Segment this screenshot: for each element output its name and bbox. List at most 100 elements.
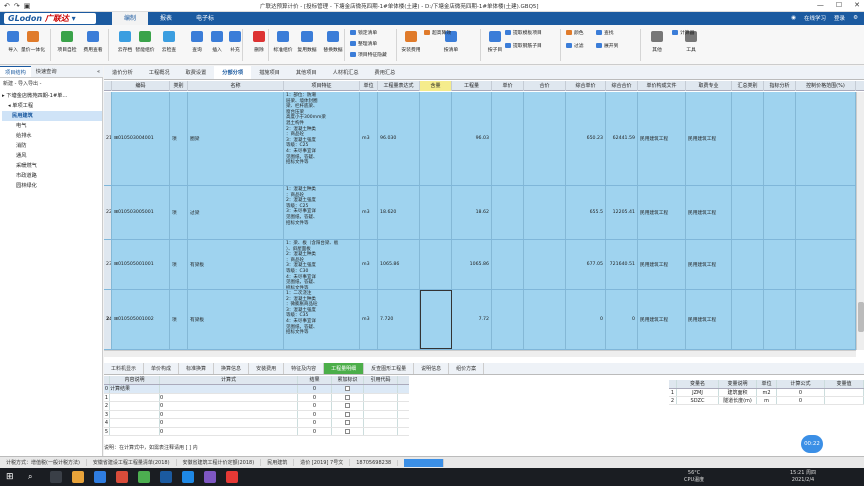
calc-cell[interactable] [364, 402, 398, 410]
grid-cell[interactable] [420, 92, 452, 185]
grid-cell[interactable] [524, 290, 566, 349]
grid-header-cell[interactable]: 汇总类别 [732, 81, 764, 91]
left-tools[interactable]: 新建 - 导入导出 - [0, 79, 103, 89]
tree-node[interactable]: 采暖燃气 [2, 161, 102, 171]
grid-cell[interactable] [764, 240, 796, 289]
toolbar-small-button[interactable]: 提取钢筋子目 [505, 42, 542, 49]
vars-cell[interactable]: SDZC [677, 397, 719, 404]
toolbar-small-button[interactable]: 项目特征隐藏 [350, 51, 387, 58]
app-icon-2[interactable] [138, 471, 150, 483]
grid-cell[interactable]: 1065.86 [378, 240, 420, 289]
vars-row[interactable]: 1 JZMJ 建筑面积 m2 0 [669, 389, 864, 397]
grid-cell[interactable]: 721640.51 [606, 240, 638, 289]
tree-node[interactable]: ▸ 下塘金店微苑四期-1#单... [2, 91, 102, 101]
calc-cell[interactable]: 0 [298, 410, 332, 418]
grid-cell[interactable]: 1：混凝土种类 ：商品砼 2：混凝土强度 等级：C25 3：未尽事宜详 见图纸，… [284, 186, 360, 239]
calc-row[interactable]: 0 计算结果 0 [104, 385, 409, 394]
explorer-icon[interactable] [72, 471, 84, 483]
toolbar-button[interactable]: 项目自检 [56, 28, 78, 62]
grid-header-cell[interactable]: 类别 [170, 81, 188, 91]
toolbar-button[interactable]: 其他 [646, 28, 668, 62]
app-icon-4[interactable] [204, 471, 216, 483]
online-learn[interactable]: 在线学习 [804, 14, 826, 22]
scroll-thumb[interactable] [858, 302, 864, 332]
vars-cell[interactable]: 0 [777, 397, 825, 404]
calc-cell[interactable] [110, 410, 160, 418]
tree-node[interactable]: 民用建筑 [2, 111, 102, 121]
grid-cell[interactable]: 项 [170, 290, 188, 349]
toolbar-button[interactable]: 量价一体化 [21, 28, 45, 62]
toolbar-button[interactable]: 按子目 [484, 28, 506, 62]
bottom-tab[interactable]: 反查图形工程量 [364, 363, 415, 374]
toolbar-button[interactable]: 云存档 [114, 28, 136, 62]
tree-node[interactable]: ◂ 单项工程 [2, 101, 102, 111]
grid-cell[interactable] [420, 290, 452, 349]
app-icon-1[interactable] [116, 471, 128, 483]
grid-header-cell[interactable]: 编码 [112, 81, 170, 91]
calc-cell[interactable] [364, 393, 398, 401]
grid-cell[interactable]: 650.23 [566, 92, 606, 185]
toolbar-small-button[interactable]: 查找 [596, 29, 614, 36]
grid-cell[interactable]: 有梁板 [188, 290, 284, 349]
grid-cell[interactable]: 民用建筑工程 [686, 290, 732, 349]
grid-cell[interactable] [492, 92, 524, 185]
grid-cell[interactable]: 21 [104, 92, 112, 185]
grid-cell[interactable]: 项 [170, 186, 188, 239]
bottom-tab[interactable]: 单价构成 [144, 363, 180, 374]
vars-cell[interactable] [825, 389, 864, 396]
bottom-tab[interactable]: 安装费用 [249, 363, 285, 374]
calc-cell[interactable]: 0 [160, 410, 298, 418]
calc-cell[interactable] [332, 393, 364, 401]
grid-header-cell[interactable]: 取费专业 [686, 81, 732, 91]
grid-cell[interactable]: 655.5 [566, 186, 606, 239]
grid-header-cell[interactable]: 工程量表达式 [378, 81, 420, 91]
grid-cell[interactable]: 民用建筑工程 [638, 92, 686, 185]
toolbar-button[interactable]: 删除 [248, 28, 270, 62]
grid-header-cell[interactable]: 含量 [420, 81, 452, 91]
toolbar-small-button[interactable]: 锁定清单 [350, 29, 377, 36]
calc-cell[interactable] [110, 393, 160, 401]
grid-cell[interactable]: m3 [360, 290, 378, 349]
accumulate-checkbox[interactable] [345, 403, 350, 408]
grid-cell[interactable]: m3 [360, 92, 378, 185]
grid-cell[interactable]: m3 [360, 240, 378, 289]
calc-cell[interactable]: 0 [298, 393, 332, 401]
calc-cell[interactable]: 0 [298, 385, 332, 393]
tree-node[interactable]: 消防 [2, 141, 102, 151]
grid-cell[interactable]: 18.620 [378, 186, 420, 239]
accumulate-checkbox[interactable] [345, 394, 350, 400]
vars-cell[interactable]: 1 [669, 389, 677, 396]
calc-cell[interactable] [364, 419, 398, 427]
grid-cell[interactable] [420, 186, 452, 239]
grid-cell[interactable] [764, 92, 796, 185]
grid-cell[interactable]: ⊞ 010505001002 [112, 290, 170, 349]
calc-cell[interactable]: 计算结果 [110, 385, 160, 393]
grid-cell[interactable]: m3 [360, 186, 378, 239]
glodon-taskbar-icon[interactable] [160, 471, 172, 483]
toolbar-small-button[interactable]: 整理清单 [350, 40, 377, 47]
grid-cell[interactable]: 1：二次浇注 2：混凝土种类 ：微膨胀商品砼 3：混凝土强度 等级：C35 4：… [284, 290, 360, 349]
vars-cell[interactable]: 隧道长度(m) [719, 397, 757, 404]
calc-cell[interactable]: 0 [298, 402, 332, 410]
calc-row[interactable]: 400 [104, 419, 409, 428]
main-tab[interactable]: 造价分析 [104, 66, 141, 79]
grid-cell[interactable]: 1065.86 [452, 240, 492, 289]
toolbar-button[interactable]: 替换数据 [322, 28, 344, 62]
bottom-tab[interactable]: 换算信息 [214, 363, 250, 374]
vars-row[interactable]: 2 SDZC 隧道长度(m) m 0 [669, 397, 864, 405]
toolbar-small-button[interactable]: 计算器 [672, 29, 694, 36]
grid-cell[interactable] [420, 240, 452, 289]
calc-cell[interactable]: 0 [160, 427, 298, 435]
grid-cell[interactable]: 民用建筑工程 [638, 186, 686, 239]
menu-edit[interactable]: 编制 [112, 12, 149, 25]
clock[interactable]: 15:21 周四 2021/2/4 [790, 470, 816, 484]
main-tab[interactable]: 其他项目 [288, 66, 325, 79]
grid-header-cell[interactable]: 合价 [524, 81, 566, 91]
search-icon[interactable]: ⌕ [28, 472, 32, 482]
vertical-scrollbar[interactable] [856, 92, 864, 350]
tab-project-structure[interactable]: 项目结构 [0, 66, 31, 77]
grid-header-cell[interactable]: 综合合价 [606, 81, 638, 91]
calc-cell[interactable] [332, 419, 364, 427]
vars-cell[interactable]: 建筑面积 [719, 389, 757, 396]
grid-cell[interactable] [732, 240, 764, 289]
